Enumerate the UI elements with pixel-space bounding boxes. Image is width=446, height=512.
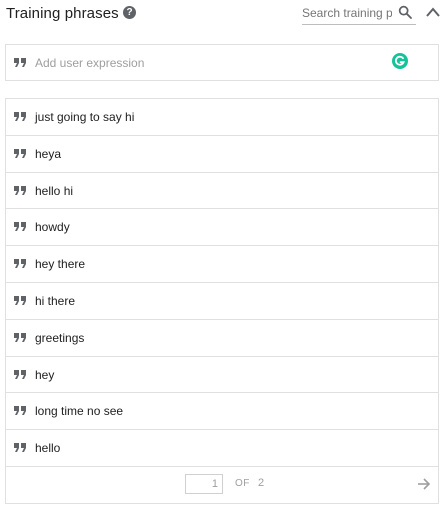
page-number-input[interactable]	[185, 473, 223, 494]
training-phrases-panel: Training phrases ? j	[0, 0, 446, 512]
training-phrase-list: just going to say hi heya hello hi howdy…	[5, 98, 439, 504]
phrase-row[interactable]: hi there	[6, 283, 438, 320]
phrase-row[interactable]: hello	[6, 430, 438, 467]
phrase-row[interactable]: just going to say hi	[6, 99, 438, 136]
quote-icon	[14, 58, 26, 67]
arrow-right-icon[interactable]	[417, 477, 431, 491]
search-input[interactable]	[302, 4, 392, 22]
phrase-row[interactable]: heya	[6, 136, 438, 173]
total-pages: 2	[258, 476, 265, 489]
quote-icon	[14, 112, 26, 121]
chevron-up-icon[interactable]	[425, 6, 441, 18]
phrase-row[interactable]: hello hi	[6, 173, 438, 210]
quote-icon	[14, 369, 26, 379]
phrase-text[interactable]: hello	[35, 441, 60, 455]
phrase-text[interactable]: howdy	[35, 220, 70, 234]
page-of-label: OF	[235, 477, 250, 489]
phrase-text[interactable]: hi there	[35, 294, 75, 308]
phrase-text[interactable]: hello hi	[35, 184, 73, 198]
quote-icon	[14, 148, 26, 158]
quote-icon	[14, 295, 26, 305]
phrase-row[interactable]: hey	[6, 357, 438, 394]
help-circle-icon[interactable]: ?	[123, 6, 136, 19]
phrase-row[interactable]: howdy	[6, 209, 438, 247]
phrase-text[interactable]: hey there	[35, 257, 85, 271]
quote-icon	[14, 259, 26, 269]
quote-icon	[14, 443, 26, 453]
phrase-text[interactable]: greetings	[35, 331, 84, 345]
phrase-text[interactable]: long time no see	[35, 404, 123, 418]
quote-icon	[14, 185, 26, 195]
search-icon[interactable]	[397, 4, 413, 20]
section-header: Training phrases ?	[0, 0, 446, 30]
phrase-row[interactable]: greetings	[6, 320, 438, 357]
grammarly-icon[interactable]	[392, 53, 408, 69]
add-expression-row	[5, 44, 439, 81]
add-user-expression-input[interactable]	[35, 54, 375, 72]
phrase-row[interactable]: hey there	[6, 246, 438, 283]
quote-icon	[14, 332, 26, 342]
phrase-text[interactable]: just going to say hi	[35, 110, 134, 124]
quote-icon	[14, 222, 26, 232]
pagination: OF 2	[6, 467, 438, 503]
phrase-text[interactable]: hey	[35, 368, 54, 382]
phrase-text[interactable]: heya	[35, 147, 61, 161]
section-title: Training phrases	[6, 5, 119, 22]
search-field	[302, 4, 416, 25]
phrase-row[interactable]: long time no see	[6, 393, 438, 431]
quote-icon	[14, 406, 26, 416]
